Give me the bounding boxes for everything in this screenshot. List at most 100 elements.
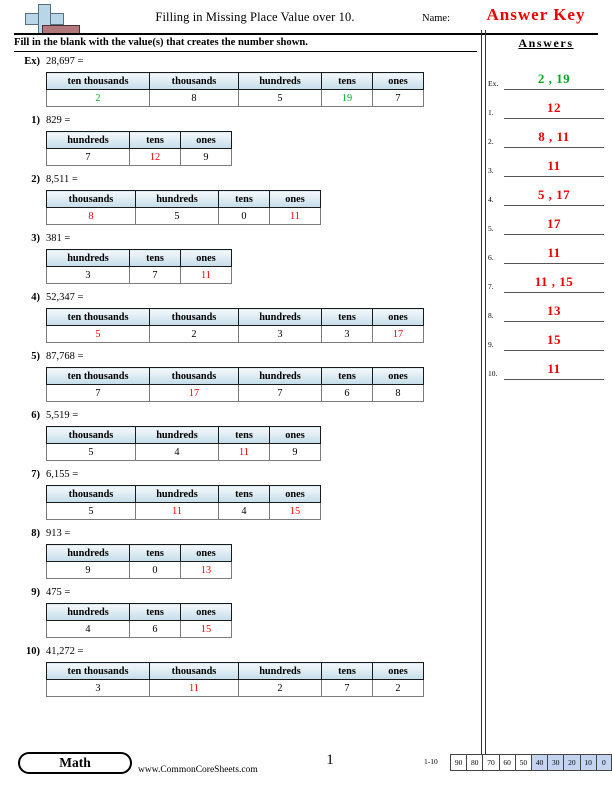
- place-value-header-cell: hundreds: [46, 603, 130, 621]
- place-value-given-cell: 4: [46, 620, 130, 638]
- problem-number: 9): [31, 587, 40, 598]
- place-value-given-cell: 5: [238, 89, 322, 107]
- answer-row: 5. 17: [487, 206, 605, 235]
- place-value-header-cell: ones: [372, 308, 424, 326]
- answer-value[interactable]: 12: [504, 98, 604, 119]
- place-value-header-row: thousands hundreds tens ones: [46, 426, 321, 444]
- place-value-answer-cell[interactable]: 2: [46, 89, 150, 107]
- problem-number: 8): [31, 528, 40, 539]
- place-value-header-cell: hundreds: [135, 190, 219, 208]
- answer-value[interactable]: 8 , 11: [504, 127, 604, 148]
- problems-list: Ex) 28,697 = ten thousands thousands hundred…: [0, 56, 478, 705]
- place-value-answer-cell[interactable]: 5: [46, 325, 150, 343]
- place-value-answer-cell[interactable]: 11: [269, 207, 321, 225]
- answer-value[interactable]: 11: [504, 243, 604, 264]
- answer-index: 8.: [488, 311, 494, 320]
- problem-expression: 913 =: [46, 528, 71, 539]
- subject-badge-label: Math: [20, 754, 130, 772]
- answer-index: 4.: [488, 195, 494, 204]
- grading-scale-cell: 30: [547, 754, 565, 771]
- place-value-given-cell: 4: [135, 443, 219, 461]
- answer-value[interactable]: 13: [504, 301, 604, 322]
- grading-scale-cell: 0: [595, 754, 612, 771]
- grading-scale-cell: 50: [514, 754, 532, 771]
- place-value-answer-cell[interactable]: 11: [149, 679, 239, 697]
- place-value-header-row: hundreds tens ones: [46, 544, 232, 562]
- place-value-given-cell: 6: [321, 384, 373, 402]
- problem-number: 4): [31, 292, 40, 303]
- place-value-answer-cell[interactable]: 11: [180, 266, 232, 284]
- problem-item: 5) 87,768 = ten thousands thousands hundreds…: [0, 351, 478, 402]
- place-value-header-cell: tens: [129, 544, 181, 562]
- place-value-given-cell: 2: [149, 325, 239, 343]
- answer-value[interactable]: 11 , 15: [504, 272, 604, 293]
- place-value-answer-cell[interactable]: 15: [269, 502, 321, 520]
- place-value-header-cell: hundreds: [46, 544, 130, 562]
- problem-item: 1) 829 = hundreds tens ones 7 12 9: [0, 115, 478, 166]
- place-value-header-cell: thousands: [46, 190, 136, 208]
- scale-range-label: 1-10: [424, 757, 438, 766]
- place-value-header-cell: ones: [180, 249, 232, 267]
- answer-row: 1. 12: [487, 90, 605, 119]
- answers-panel: Answers Ex. 2 , 19 1. 12 2. 8 , 11 3. 11 4. 5 , 1…: [487, 36, 605, 380]
- place-value-answer-cell[interactable]: 8: [46, 207, 136, 225]
- place-value-answer-cell[interactable]: 15: [180, 620, 232, 638]
- place-value-answer-cell[interactable]: 17: [372, 325, 424, 343]
- place-value-given-cell: 0: [218, 207, 270, 225]
- place-value-header-cell: ones: [180, 131, 232, 149]
- answer-value[interactable]: 2 , 19: [504, 69, 604, 90]
- place-value-answer-cell[interactable]: 19: [321, 89, 373, 107]
- place-value-table: hundreds tens ones 7 12 9: [46, 131, 232, 166]
- answer-index: 2.: [488, 137, 494, 146]
- answer-key-stamp: Answer Key: [486, 5, 586, 24]
- problem-item: 3) 381 = hundreds tens ones 3 7 11: [0, 233, 478, 284]
- answer-value[interactable]: 15: [504, 330, 604, 351]
- place-value-header-cell: thousands: [46, 485, 136, 503]
- place-value-header-cell: hundreds: [135, 426, 219, 444]
- place-value-header-row: ten thousands thousands hundreds tens ones: [46, 308, 424, 326]
- problem-expression: 28,697 =: [46, 56, 84, 67]
- problem-item: 2) 8,511 = thousands hundreds tens ones 8 5 0 11: [0, 174, 478, 225]
- answer-value[interactable]: 5 , 17: [504, 185, 604, 206]
- place-value-header-cell: hundreds: [238, 367, 322, 385]
- answer-value[interactable]: 11: [504, 156, 604, 177]
- grading-scale-cell: 70: [482, 754, 500, 771]
- answer-value[interactable]: 11: [504, 359, 604, 380]
- place-value-value-row: 7 17 7 6 8: [46, 384, 424, 402]
- place-value-table: ten thousands thousands hundreds tens ones 7 1…: [46, 367, 424, 402]
- place-value-answer-cell[interactable]: 11: [218, 443, 270, 461]
- problem-expression: 6,155 =: [46, 469, 79, 480]
- problem-number: 2): [31, 174, 40, 185]
- place-value-answer-cell[interactable]: 13: [180, 561, 232, 579]
- place-value-header-cell: ones: [372, 662, 424, 680]
- place-value-header-cell: thousands: [149, 72, 239, 90]
- place-value-given-cell: 2: [372, 679, 424, 697]
- place-value-answer-cell[interactable]: 11: [135, 502, 219, 520]
- place-value-header-row: hundreds tens ones: [46, 603, 232, 621]
- place-value-header-cell: ones: [269, 426, 321, 444]
- place-value-header-row: hundreds tens ones: [46, 131, 232, 149]
- problem-number: 7): [31, 469, 40, 480]
- place-value-header-cell: tens: [218, 485, 270, 503]
- place-value-header-cell: ten thousands: [46, 367, 150, 385]
- grading-scale-cell: 60: [498, 754, 516, 771]
- place-value-given-cell: 8: [149, 89, 239, 107]
- place-value-header-row: thousands hundreds tens ones: [46, 485, 321, 503]
- place-value-header-cell: tens: [321, 367, 373, 385]
- problem-header: 6) 5,519 =: [0, 410, 478, 426]
- place-value-header-cell: tens: [321, 662, 373, 680]
- place-value-given-cell: 7: [321, 679, 373, 697]
- answer-row: 4. 5 , 17: [487, 177, 605, 206]
- problem-header: 4) 52,347 =: [0, 292, 478, 308]
- answer-index: 10.: [488, 369, 498, 378]
- answer-value[interactable]: 17: [504, 214, 604, 235]
- place-value-answer-cell[interactable]: 17: [149, 384, 239, 402]
- place-value-given-cell: 5: [46, 443, 136, 461]
- place-value-answer-cell[interactable]: 12: [129, 148, 181, 166]
- grading-scale-cell: 40: [530, 754, 549, 771]
- place-value-header-cell: ones: [269, 485, 321, 503]
- place-value-header-cell: ones: [372, 72, 424, 90]
- place-value-header-cell: hundreds: [46, 249, 130, 267]
- place-value-given-cell: 5: [46, 502, 136, 520]
- place-value-header-row: ten thousands thousands hundreds tens ones: [46, 367, 424, 385]
